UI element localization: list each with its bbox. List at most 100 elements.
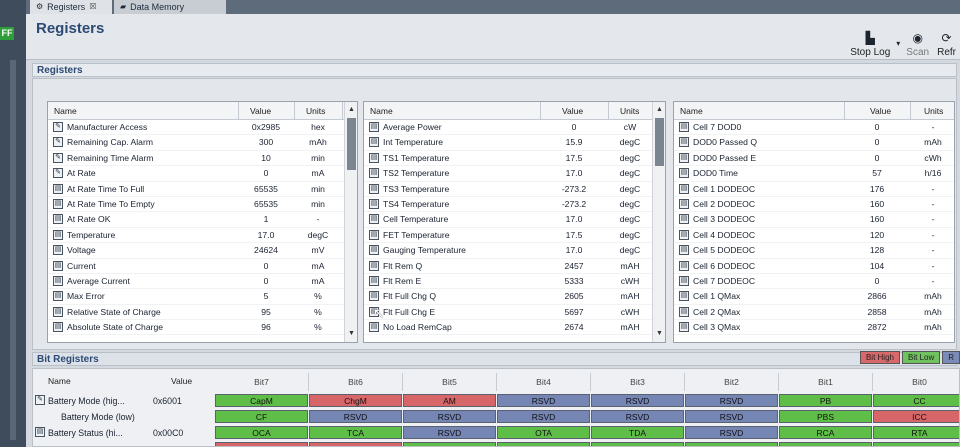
table-row[interactable]: ▤ At Rate Time To Full 65535 min (48, 182, 357, 197)
bit-cell[interactable]: EC3 (591, 442, 684, 446)
table-row[interactable]: ▤ At Rate Time To Empty 65535 min (48, 197, 357, 213)
table-row[interactable]: ▤ Current 0 mA (48, 259, 357, 274)
table-row[interactable]: ▤ Absolute State of Charge 96% (48, 320, 357, 336)
bit-cell[interactable]: RSVD (497, 394, 590, 407)
scroll-down-icon[interactable]: ▼ (653, 328, 665, 340)
bit-cell[interactable]: EC2 (685, 442, 778, 446)
table-row[interactable]: ▤ DOD0 Passed Q 0 mAh (674, 135, 954, 151)
scroll-thumb[interactable] (655, 118, 664, 166)
table-row[interactable]: ▤ Average Current 0 mA (48, 274, 357, 290)
bit-cell[interactable]: RSVD (403, 410, 496, 423)
bit-cell[interactable]: RSVD (403, 426, 496, 439)
scan-button[interactable]: ◉ Scan (902, 22, 933, 58)
bit-cell[interactable]: RSVD (685, 394, 778, 407)
table-row[interactable]: ▤ Cell 1 DODEOC 176 - (674, 182, 954, 197)
table-row[interactable]: ▤ DOD0 Time 57 h/16 (674, 166, 954, 182)
bit-cell[interactable]: AM (403, 394, 496, 407)
close-icon[interactable]: ☒ (89, 0, 96, 14)
bit-cell[interactable]: ChgM (309, 394, 402, 407)
bit-cell[interactable]: RTA (873, 426, 959, 439)
vertical-scrollbar[interactable]: ▲ ▼ (344, 102, 357, 342)
tab-registers[interactable]: ⚙ Registers ☒ (30, 0, 112, 14)
bit-register-row[interactable]: ▤ Battery Status (hi... 0x00C0 OCA TCA RSVD OT… (33, 425, 959, 441)
bit-cell[interactable]: PB (779, 394, 872, 407)
col-value[interactable]: Value (562, 106, 583, 116)
table-row[interactable]: ▤ At Rate OK 1 - (48, 212, 357, 228)
table-row[interactable]: ▤ No Load RemCap 2674 mAH (364, 320, 665, 336)
stop-log-button[interactable]: ▙ Stop Log (846, 22, 894, 58)
table-row[interactable]: ▤ Cell 6 DODEOC 104 - (674, 259, 954, 274)
table-row[interactable]: ▤ Relative State of Charge 95% (48, 305, 357, 321)
chevron-down-icon[interactable]: ▾ (896, 39, 900, 48)
col-name[interactable]: Name (370, 106, 393, 116)
bit-cell[interactable]: OCA (215, 426, 308, 439)
table-row[interactable]: ▤ Cell 7 DODEOC 0 - (674, 274, 954, 290)
col-name[interactable]: Name (680, 106, 703, 116)
table-row[interactable]: ▤ Gauging Temperature 17.0 degC (364, 243, 665, 259)
table-row[interactable]: ▤ Average Power 0 cW (364, 120, 665, 136)
table-row[interactable]: ▤ TS4 Temperature -273.2 degC (364, 197, 665, 213)
bit-cell[interactable]: RSVD (685, 426, 778, 439)
table-row[interactable]: ▤ Cell 3 QMax 2872 mAh (674, 320, 954, 336)
table-row[interactable]: ▤ TS1 Temperature 17.5 degC (364, 151, 665, 167)
bit-cell[interactable]: RSVD (591, 410, 684, 423)
table-row[interactable]: ▤ Cell 2 QMax 2858 mAh (674, 305, 954, 321)
table-row[interactable]: ▤ Cell 4 DODEOC 120 - (674, 228, 954, 244)
table-row[interactable]: ▤ Cell Temperature 17.0 degC (364, 212, 665, 228)
bit-cell[interactable]: FD (497, 442, 590, 446)
table-row[interactable]: ▤ Cell 7 DOD0 0 - (674, 120, 954, 136)
col-units[interactable]: Units (306, 106, 325, 116)
bit-cell[interactable]: CapM (215, 394, 308, 407)
table-row[interactable]: ▤ TS3 Temperature -273.2 degC (364, 182, 665, 197)
table-row[interactable]: ▤ FET Temperature 17.5 degC (364, 228, 665, 244)
bit-cell[interactable]: ICC (873, 410, 959, 423)
bit-register-row[interactable]: INITDSGFCFDEC3EC2EC1EC0 (33, 441, 959, 446)
table-row[interactable]: ▤ Cell 1 QMax 2866 mAh (674, 289, 954, 305)
table-row[interactable]: ▤ Int Temperature 15.9 degC (364, 135, 665, 151)
bit-register-row[interactable]: ✎ Battery Mode (hig... 0x6001 CapM ChgM AM RSV… (33, 393, 959, 409)
table-row[interactable]: ▤ DOD0 Passed E 0 cWh (674, 151, 954, 167)
registers-section-title[interactable]: Registers (32, 63, 957, 77)
table-row[interactable]: ▤ Flt Full Chg Q 2605 mAH (364, 289, 665, 305)
bit-cell[interactable]: OTA (497, 426, 590, 439)
scroll-up-icon[interactable]: ▲ (653, 104, 665, 116)
bit-register-row[interactable]: Battery Mode (low) CF RSVD RSVD RSVD RSVD RSVD… (33, 409, 959, 425)
bit-cell[interactable]: CC (873, 394, 959, 407)
table-row[interactable]: ▤ Flt Rem E 5333 cWH (364, 274, 665, 290)
col-value[interactable]: Value (870, 106, 891, 116)
bit-cell[interactable]: TCA (309, 426, 402, 439)
table-row[interactable]: ✎ Remaining Time Alarm 10 min (48, 151, 357, 167)
bit-cell[interactable]: FC (403, 442, 496, 446)
bit-cell[interactable]: RSVD (591, 394, 684, 407)
bit-cell[interactable]: RSVD (309, 410, 402, 423)
table-row[interactable]: ▤ TS2 Temperature 17.0 degC (364, 166, 665, 182)
table-row[interactable]: ✎ At Rate 0 mA (48, 166, 357, 182)
table-row[interactable]: ▤ Cell 2 DODEOC 160 - (674, 197, 954, 213)
bit-cell[interactable]: EC0 (873, 442, 959, 446)
table-row[interactable]: ▤ Temperature 17.0 degC (48, 228, 357, 244)
tab-data-memory[interactable]: ▰ Data Memory (114, 0, 226, 14)
bit-cell[interactable]: TDA (591, 426, 684, 439)
bit-registers-section-title[interactable]: Bit Registers (32, 352, 957, 366)
bit-cell[interactable]: DSG (309, 442, 402, 446)
col-units[interactable]: Units (924, 106, 943, 116)
left-scrollbar[interactable] (10, 60, 16, 440)
table-row[interactable]: ✎ Remaining Cap. Alarm 300 mAh (48, 135, 357, 151)
table-row[interactable]: ▤ Voltage 24624 mV (48, 243, 357, 259)
table-row[interactable]: ▤ Flt Full Chg E 5697 cWH (364, 305, 665, 321)
col-value[interactable]: Value (250, 106, 271, 116)
bit-cell[interactable]: RCA (779, 426, 872, 439)
table-row[interactable]: ▤ Max Error 5% (48, 289, 357, 305)
scroll-up-icon[interactable]: ▲ (345, 104, 357, 116)
col-units[interactable]: Units (620, 106, 639, 116)
bit-cell[interactable]: CF (215, 410, 308, 423)
bit-cell[interactable]: EC1 (779, 442, 872, 446)
scroll-thumb[interactable] (347, 118, 356, 170)
scroll-down-icon[interactable]: ▼ (345, 328, 357, 340)
table-row[interactable]: ▤ Cell 3 DODEOC 160 - (674, 212, 954, 228)
bit-cell[interactable]: PBS (779, 410, 872, 423)
col-name[interactable]: Name (54, 106, 77, 116)
bit-cell[interactable]: RSVD (685, 410, 778, 423)
refresh-button[interactable]: ⟳ Refr (933, 22, 960, 58)
vertical-scrollbar[interactable]: ▲ ▼ (652, 102, 665, 342)
